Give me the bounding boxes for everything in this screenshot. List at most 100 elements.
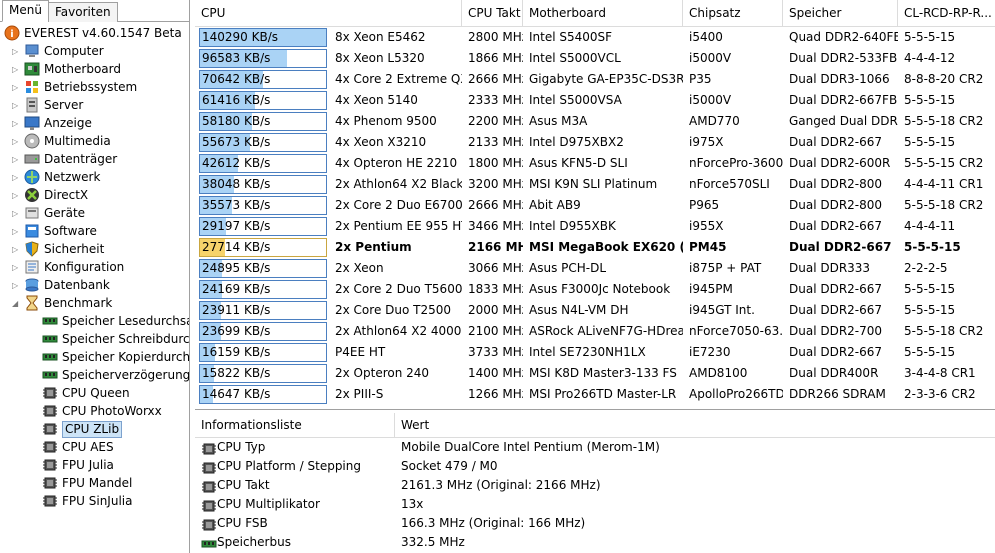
column-header-speicher[interactable]: Speicher [783, 0, 898, 26]
tree-item-fpu-sinjulia[interactable]: FPU SinJulia [0, 492, 189, 510]
cpu-icon [42, 403, 58, 419]
column-header-motherboard[interactable]: Motherboard [523, 0, 683, 26]
tree-item-label: Computer [44, 44, 104, 58]
column-header-cpu[interactable]: CPU [195, 0, 462, 26]
tree-expand-icon[interactable]: ▷ [12, 191, 21, 200]
tree-item-multimedia[interactable]: ▷ Multimedia [0, 132, 189, 150]
chipsatz-cell: AMD8100 [689, 366, 748, 380]
cpu-takt-cell: 2133 MHz [468, 135, 523, 149]
tree-item-motherboard[interactable]: ▷ Motherboard [0, 60, 189, 78]
tree-item-speicherverzögerung[interactable]: Speicherverzögerung [0, 366, 189, 384]
tree-expand-icon[interactable]: ▷ [12, 101, 21, 110]
cpu-cell: 4x Core 2 Extreme QX... [335, 72, 462, 86]
tree-item-datenträger[interactable]: ▷ Datenträger [0, 150, 189, 168]
tree-item-everest-v4-60-1547-beta[interactable]: i EVEREST v4.60.1547 Beta [0, 24, 189, 42]
column-header-cpu-takt[interactable]: CPU Takt [462, 0, 523, 26]
tree-item-speicher-schreibdurchsatz[interactable]: Speicher Schreibdurchsatz [0, 330, 189, 348]
table-row[interactable]: 14647 KB/s 2x PIII-S 1266 MHz MSI Pro266TD … [195, 384, 995, 405]
table-row[interactable]: 70642 KB/s 4x Core 2 Extreme QX... 2666 MH… [195, 69, 995, 90]
info-row[interactable]: CPU Platform / Stepping Socket 479 / M0 [195, 457, 995, 476]
tree-expand-icon[interactable]: ▷ [12, 281, 21, 290]
table-row[interactable]: 42612 KB/s 4x Opteron HE 2210 1800 MHz Asus… [195, 153, 995, 174]
tree-item-speicher-kopierdurchsatz[interactable]: Speicher Kopierdurchsatz [0, 348, 189, 366]
table-row[interactable]: 23911 KB/s 2x Core Duo T2500 2000 MHz Asus … [195, 300, 995, 321]
tree-item-label: Software [44, 224, 97, 238]
tree-expand-icon[interactable]: ▷ [12, 65, 21, 74]
table-row[interactable]: 23699 KB/s 2x Athlon64 X2 4000+ 2100 MHz AS… [195, 321, 995, 342]
result-value: 140290 KB/s [202, 30, 279, 44]
tree-item-software[interactable]: ▷ Software [0, 222, 189, 240]
info-key: CPU Platform / Stepping [217, 459, 361, 473]
tree-expand-icon[interactable]: ▷ [12, 83, 21, 92]
table-row[interactable]: 58180 KB/s 4x Phenom 9500 2200 MHz Asus M3A… [195, 111, 995, 132]
tree-expand-icon[interactable]: ▷ [12, 245, 21, 254]
tree-item-betriebssystem[interactable]: ▷ Betriebssystem [0, 78, 189, 96]
info-row[interactable]: CPU FSB 166.3 MHz (Original: 166 MHz) [195, 514, 995, 533]
tree-expand-icon[interactable]: ▷ [12, 137, 21, 146]
tree-item-anzeige[interactable]: ▷ Anzeige [0, 114, 189, 132]
tree-item-cpu-queen[interactable]: CPU Queen [0, 384, 189, 402]
tree-item-cpu-zlib[interactable]: CPU ZLib [0, 420, 189, 438]
table-row[interactable]: 24895 KB/s 2x Xeon 3066 MHz Asus PCH-DL i875… [195, 258, 995, 279]
information-list: Informationsliste Wert CPU Typ Mobile Dua… [195, 413, 995, 553]
navigation-tree: i EVEREST v4.60.1547 Beta ▷ Computer ▷ Mother… [0, 24, 189, 510]
tree-item-sicherheit[interactable]: ▷ Sicherheit [0, 240, 189, 258]
table-row[interactable]: 15822 KB/s 2x Opteron 240 1400 MHz MSI K8D … [195, 363, 995, 384]
tree-item-netzwerk[interactable]: ▷ Netzwerk [0, 168, 189, 186]
column-header-wert[interactable]: Wert [395, 413, 995, 437]
devices-icon [24, 205, 40, 221]
tree-expand-icon[interactable]: ▷ [12, 209, 21, 218]
table-row[interactable]: 61416 KB/s 4x Xeon 5140 2333 MHz Intel S500… [195, 90, 995, 111]
tab-menu[interactable]: Menü [2, 0, 49, 22]
tree-expand-icon[interactable]: ▷ [12, 227, 21, 236]
table-row[interactable]: 29197 KB/s 2x Pentium EE 955 HT 3466 MHz In… [195, 216, 995, 237]
tree-collapse-icon[interactable]: ◢ [12, 299, 21, 308]
tree-expand-icon[interactable]: ▷ [12, 263, 21, 272]
tree-item-label: CPU AES [62, 440, 114, 454]
tree-item-computer[interactable]: ▷ Computer [0, 42, 189, 60]
info-row[interactable]: Speicherbus 332.5 MHz [195, 533, 995, 552]
table-row[interactable]: 96583 KB/s 8x Xeon L5320 1866 MHz Intel S50… [195, 48, 995, 69]
tree-item-fpu-mandel[interactable]: FPU Mandel [0, 474, 189, 492]
tree-expand-icon[interactable]: ▷ [12, 173, 21, 182]
chipsatz-cell: i945PM [689, 282, 733, 296]
tree-item-server[interactable]: ▷ Server [0, 96, 189, 114]
speicher-cell: Dual DDR2-533FB [789, 51, 898, 65]
tree-expand-icon[interactable]: ▷ [12, 119, 21, 128]
result-value: 42612 KB/s [202, 156, 271, 170]
column-header-cl-rcd-rp-ras[interactable]: CL-RCD-RP-R... [898, 0, 995, 26]
cpu-cell: 2x Pentium EE 955 HT [335, 219, 462, 233]
tree-item-label: CPU PhotoWorxx [62, 404, 162, 418]
tree-item-datenbank[interactable]: ▷ Datenbank [0, 276, 189, 294]
table-row[interactable]: 35573 KB/s 2x Core 2 Duo E6700 2666 MHz Abi… [195, 195, 995, 216]
info-row[interactable]: CPU Multiplikator 13x [195, 495, 995, 514]
tree-item-benchmark[interactable]: ◢ Benchmark [0, 294, 189, 312]
tree-expand-icon[interactable]: ▷ [12, 47, 21, 56]
tree-item-cpu-photoworxx[interactable]: CPU PhotoWorxx [0, 402, 189, 420]
result-bar: 14647 KB/s [199, 385, 327, 404]
tree-item-konfiguration[interactable]: ▷ Konfiguration [0, 258, 189, 276]
table-row[interactable]: 27714 KB/s 2x Pentium 2166 MHz MSI MegaBook… [195, 237, 995, 258]
tab-favorites[interactable]: Favoriten [48, 2, 118, 22]
tree-item-label: Netzwerk [44, 170, 101, 184]
tree-item-fpu-julia[interactable]: FPU Julia [0, 456, 189, 474]
cpu-takt-cell: 2333 MHz [468, 93, 523, 107]
table-row[interactable]: 140290 KB/s 8x Xeon E5462 2800 MHz Intel S5… [195, 27, 995, 48]
table-row[interactable]: 16159 KB/s P4EE HT 3733 MHz Intel SE7230NH1… [195, 342, 995, 363]
tree-item-geräte[interactable]: ▷ Geräte [0, 204, 189, 222]
speicher-cell: Dual DDR2-667 [789, 135, 883, 149]
column-header-informationsliste[interactable]: Informationsliste [195, 413, 395, 437]
tree-item-label: Benchmark [44, 296, 113, 310]
table-row[interactable]: 55673 KB/s 4x Xeon X3210 2133 MHz Intel D97… [195, 132, 995, 153]
tree-item-cpu-aes[interactable]: CPU AES [0, 438, 189, 456]
tree-item-speicher-lesedurchsatz[interactable]: Speicher Lesedurchsatz [0, 312, 189, 330]
column-header-chipsatz[interactable]: Chipsatz [683, 0, 783, 26]
info-row[interactable]: CPU Typ Mobile DualCore Intel Pentium (Me… [195, 438, 995, 457]
tree-expand-icon[interactable]: ▷ [12, 155, 21, 164]
info-row[interactable]: CPU Takt 2161.3 MHz (Original: 2166 MHz) [195, 476, 995, 495]
table-row[interactable]: 24169 KB/s 2x Core 2 Duo T5600 1833 MHz Asu… [195, 279, 995, 300]
chipsatz-cell: P965 [689, 198, 720, 212]
software-icon [24, 223, 40, 239]
table-row[interactable]: 38048 KB/s 2x Athlon64 X2 Black ... 3200 M… [195, 174, 995, 195]
tree-item-directx[interactable]: ▷ DirectX [0, 186, 189, 204]
